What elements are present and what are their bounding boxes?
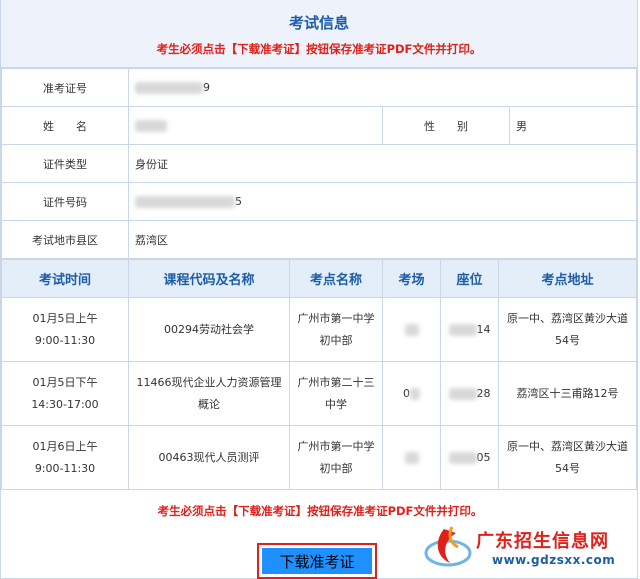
exam-schedule-table: 考试时间 课程代码及名称 考点名称 考场 座位 考点地址 01月5日上午 9:00… <box>1 259 637 490</box>
table-row: 01月5日下午 14:30-17:00 11466现代企业人力资源管理概论 广州市… <box>1 361 637 426</box>
redacted-block <box>404 323 419 336</box>
download-notice-bottom: 考生必须点击【下载准考证】按钮保存准考证PDF文件并打印。 <box>157 504 483 518</box>
site-watermark: 广东招生信息网 www.gdzsxx.com <box>418 521 633 575</box>
col-header-seat: 座位 <box>440 259 499 298</box>
download-button-highlight: 下载准考证 <box>257 543 377 579</box>
address-cell: 荔湾区十三甫路12号 <box>498 361 637 426</box>
exam-time: 9:00-11:30 <box>34 333 96 347</box>
redacted-block <box>448 451 477 464</box>
seat-cell: 05 <box>440 425 499 490</box>
table-header-row: 考试时间 课程代码及名称 考点名称 考场 座位 考点地址 <box>1 259 637 298</box>
download-admission-ticket-button[interactable]: 下载准考证 <box>262 548 372 574</box>
exam-time-cell: 01月6日上午 9:00-11:30 <box>1 425 129 490</box>
swoosh-logo-icon <box>424 526 472 567</box>
redacted-block <box>135 120 167 132</box>
admission-no-label: 准考证号 <box>1 68 129 107</box>
col-header-room: 考场 <box>382 259 441 298</box>
site-cell: 广州市第二十三中学 <box>289 361 383 426</box>
redacted-block <box>448 323 477 336</box>
course-cell: 11466现代企业人力资源管理概论 <box>128 361 290 426</box>
id-no-label: 证件号码 <box>1 182 129 221</box>
course-cell: 00294劳动社会学 <box>128 297 290 362</box>
table-row: 准考证号 9 <box>1 68 637 107</box>
col-header-address: 考点地址 <box>498 259 637 298</box>
room-cell: 0 <box>382 361 441 426</box>
gender-value: 男 <box>509 106 637 145</box>
address-cell: 原一中、荔湾区黄沙大道54号 <box>498 297 637 362</box>
region-label: 考试地市县区 <box>1 220 129 259</box>
exam-date: 01月5日上午 <box>32 311 98 325</box>
col-header-course: 课程代码及名称 <box>128 259 290 298</box>
redacted-block <box>448 387 477 400</box>
redacted-block <box>135 196 235 208</box>
room-cell <box>382 297 441 362</box>
table-row: 姓 名 性 别 男 <box>1 106 637 145</box>
name-value <box>128 106 383 145</box>
download-notice: 考生必须点击【下载准考证】按钮保存准考证PDF文件并打印。 <box>156 42 482 56</box>
id-no-suffix: 5 <box>235 195 242 208</box>
candidate-info-table: 准考证号 9 姓 名 性 别 男 证件类型 身份证 证件号码 5 考试地市县区 … <box>1 68 637 259</box>
watermark-brand: 广东招生信息网 <box>476 531 609 552</box>
watermark-url: www.gdzsxx.com <box>492 553 616 567</box>
exam-time: 9:00-11:30 <box>34 461 96 475</box>
site-cell: 广州市第一中学初中部 <box>289 297 383 362</box>
gender-label: 性 别 <box>382 106 510 145</box>
region-value: 荔湾区 <box>128 220 637 259</box>
exam-time: 14:30-17:00 <box>31 397 99 411</box>
exam-time-cell: 01月5日下午 14:30-17:00 <box>1 361 129 426</box>
redacted-block <box>135 82 203 94</box>
table-row: 证件号码 5 <box>1 182 637 221</box>
panel-header: 考试信息 考生必须点击【下载准考证】按钮保存准考证PDF文件并打印。 <box>1 0 637 68</box>
page-title: 考试信息 <box>288 14 349 32</box>
seat-cell: 14 <box>440 297 499 362</box>
table-row: 01月5日上午 9:00-11:30 00294劳动社会学 广州市第一中学初中部 … <box>1 297 637 362</box>
room-value: 0 <box>403 386 410 400</box>
id-type-value: 身份证 <box>128 144 637 183</box>
table-row: 01月6日上午 9:00-11:30 00463现代人员测评 广州市第一中学初中部… <box>1 425 637 490</box>
site-cell: 广州市第一中学初中部 <box>289 425 383 490</box>
admission-no-value: 9 <box>128 68 637 107</box>
seat-suffix: 05 <box>476 450 491 464</box>
id-type-label: 证件类型 <box>1 144 129 183</box>
name-label: 姓 名 <box>1 106 129 145</box>
col-header-site: 考点名称 <box>289 259 383 298</box>
id-no-value: 5 <box>128 182 637 221</box>
table-row: 证件类型 身份证 <box>1 144 637 183</box>
address-cell: 原一中、荔湾区黄沙大道54号 <box>498 425 637 490</box>
admission-no-suffix: 9 <box>203 81 210 94</box>
exam-date: 01月5日下午 <box>32 375 98 389</box>
room-cell <box>382 425 441 490</box>
redacted-block <box>410 387 420 400</box>
exam-time-cell: 01月5日上午 9:00-11:30 <box>1 297 129 362</box>
seat-suffix: 28 <box>476 386 491 400</box>
course-cell: 00463现代人员测评 <box>128 425 290 490</box>
table-row: 考试地市县区 荔湾区 <box>1 220 637 259</box>
redacted-block <box>404 451 419 464</box>
exam-date: 01月6日上午 <box>32 439 98 453</box>
seat-suffix: 14 <box>476 322 491 336</box>
col-header-time: 考试时间 <box>1 259 129 298</box>
seat-cell: 28 <box>440 361 499 426</box>
